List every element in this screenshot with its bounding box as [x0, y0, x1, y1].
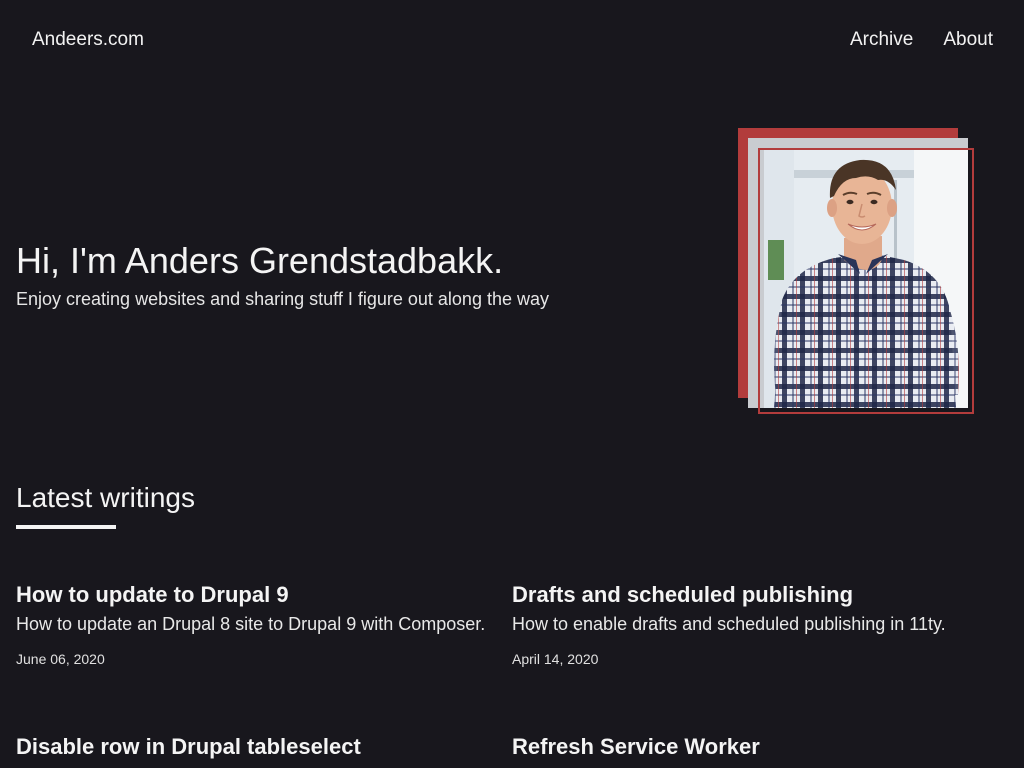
portrait-frame: [758, 148, 974, 414]
hero-title: Hi, I'm Anders Grendstadbakk.: [16, 240, 504, 281]
post-title-link[interactable]: Disable row in Drupal tableselect: [16, 733, 512, 761]
post-card: How to update to Drupal 9 How to update …: [16, 581, 512, 668]
hero-subtitle: Enjoy creating websites and sharing stuf…: [16, 289, 549, 309]
post-date: June 06, 2020: [16, 651, 105, 667]
author-portrait: [738, 128, 980, 420]
latest-writings-title: Latest writings: [16, 482, 195, 513]
section-underline: [16, 525, 116, 529]
site-header: Andeers.com Archive About: [0, 0, 1024, 80]
nav-link-about[interactable]: About: [943, 29, 993, 51]
post-card: Drafts and scheduled publishing How to e…: [512, 581, 1008, 668]
nav-link-archive[interactable]: Archive: [850, 29, 913, 51]
post-title-link[interactable]: How to update to Drupal 9: [16, 581, 512, 609]
main-nav: Archive About: [850, 29, 993, 51]
post-title-link[interactable]: Drafts and scheduled publishing: [512, 581, 1008, 609]
post-card: Disable row in Drupal tableselect: [16, 733, 512, 761]
post-card: Refresh Service Worker: [512, 733, 1008, 761]
post-title-link[interactable]: Refresh Service Worker: [512, 733, 1008, 761]
post-description: How to update an Drupal 8 site to Drupal…: [16, 614, 486, 634]
post-description: How to enable drafts and scheduled publi…: [512, 614, 946, 634]
post-date: April 14, 2020: [512, 651, 599, 667]
site-logo-link[interactable]: Andeers.com: [32, 29, 144, 51]
